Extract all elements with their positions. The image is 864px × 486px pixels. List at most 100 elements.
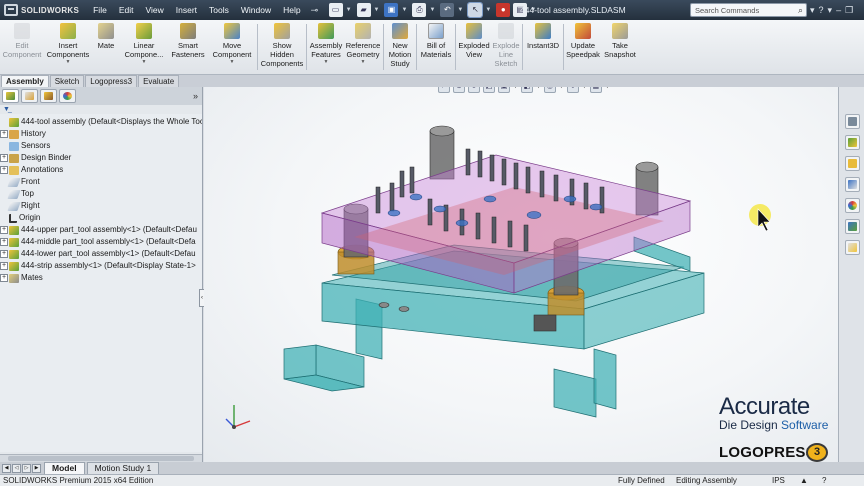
save-icon[interactable]: ▣ <box>384 3 399 17</box>
tree-item-front-plane[interactable]: Front <box>0 176 202 188</box>
tree-item-top-plane[interactable]: Top <box>0 188 202 200</box>
rebuild-traffic-light-icon[interactable]: ● <box>496 3 511 17</box>
tree-item-design-binder[interactable]: + Design Binder <box>0 152 202 164</box>
tree-expander-plus[interactable]: + <box>0 226 8 234</box>
new-document-icon[interactable]: ▭ <box>328 3 343 17</box>
design-library-tab[interactable] <box>845 135 860 150</box>
tree-item-sensors[interactable]: Sensors <box>0 140 202 152</box>
tree-expander-plus[interactable]: + <box>0 130 8 138</box>
help-question-icon[interactable]: ? <box>819 3 824 17</box>
menu-window[interactable]: Window <box>235 0 277 20</box>
mate-button[interactable]: Mate <box>92 20 120 74</box>
tree-item-upper-part[interactable]: + 444-upper part_tool assembly<1> (Defau… <box>0 224 202 236</box>
search-dropdown-icon[interactable]: ▾ <box>810 3 815 17</box>
tab-evaluate[interactable]: Evaluate <box>138 75 180 87</box>
tab-motion-study-1[interactable]: Motion Study 1 <box>86 461 160 475</box>
custom-properties-tab[interactable] <box>845 219 860 234</box>
tree-root-assembly[interactable]: 444-tool assembly (Default<Displays the … <box>0 116 202 128</box>
move-component-button[interactable]: Move Component ▼ <box>208 20 256 74</box>
tab-sketch[interactable]: Sketch <box>49 75 85 87</box>
pin-icon[interactable]: ⊸ <box>311 4 321 16</box>
help-dropdown-icon[interactable]: ▾ <box>828 3 833 17</box>
linear-component-pattern-button[interactable]: Linear Compone... ▼ <box>120 20 168 74</box>
tab-model[interactable]: Model <box>44 461 85 475</box>
tree-expander-plus[interactable]: + <box>0 238 8 246</box>
menu-tools[interactable]: Tools <box>203 0 235 20</box>
insert-components-button[interactable]: Insert Components ▼ <box>44 20 92 74</box>
exploded-view-button[interactable]: Exploded View <box>457 20 491 74</box>
tab-logopress3[interactable]: Logopress3 <box>85 75 138 87</box>
update-speedpak-button[interactable]: Update Speedpak <box>565 20 601 74</box>
search-icon[interactable]: ⌕ <box>798 5 806 16</box>
minimize-icon[interactable]: – <box>836 3 841 17</box>
show-hidden-components-button[interactable]: Show Hidden Components <box>259 20 305 74</box>
next-tab-icon[interactable]: ▷ <box>22 463 31 473</box>
edit-component-button[interactable]: Edit Component <box>0 20 44 74</box>
print-icon[interactable]: ⎙ <box>412 3 427 17</box>
expand-panel-icon[interactable]: » <box>193 91 198 101</box>
tree-item-middle-part[interactable]: + 444-middle part_tool assembly<1> (Defa… <box>0 236 202 248</box>
menu-insert[interactable]: Insert <box>170 0 203 20</box>
undo-dropdown-icon[interactable]: ▼ <box>457 7 463 13</box>
appearances-tab[interactable] <box>845 198 860 213</box>
open-folder-icon[interactable]: ▰ <box>356 3 371 17</box>
logopress-tab[interactable] <box>845 240 860 255</box>
tree-expander-plus[interactable]: + <box>0 250 8 258</box>
new-motion-study-button[interactable]: New Motion Study <box>385 20 415 74</box>
menu-help[interactable]: Help <box>277 0 306 20</box>
configuration-manager-tab[interactable] <box>40 89 57 103</box>
menu-file[interactable]: File <box>87 0 113 20</box>
solidworks-resources-tab[interactable] <box>845 114 860 129</box>
instant3d-button[interactable]: Instant3D <box>524 20 562 74</box>
print-dropdown-icon[interactable]: ▼ <box>429 7 435 13</box>
save-dropdown-icon[interactable]: ▼ <box>401 7 407 13</box>
tree-expander-plus[interactable]: + <box>0 154 8 162</box>
menu-edit[interactable]: Edit <box>113 0 140 20</box>
tree-filter-icon[interactable]: ▼̲ <box>0 105 202 114</box>
status-options-icon[interactable]: ▲ <box>800 475 808 486</box>
reference-geometry-dropdown-icon[interactable]: ▼ <box>361 59 366 65</box>
explode-line-sketch-button[interactable]: Explode Line Sketch <box>491 20 521 74</box>
first-tab-icon[interactable]: ◀ <box>2 463 11 473</box>
tree-item-lower-part[interactable]: + 444-lower part_tool assembly<1> (Defau… <box>0 248 202 260</box>
tree-item-history[interactable]: + History <box>0 128 202 140</box>
linear-pattern-dropdown-icon[interactable]: ▼ <box>142 59 147 65</box>
status-units[interactable]: IPS <box>772 475 785 486</box>
status-help-icon[interactable]: ? <box>822 475 826 486</box>
last-tab-icon[interactable]: ▶ <box>32 463 41 473</box>
reference-geometry-button[interactable]: Reference Geometry ▼ <box>344 20 382 74</box>
tree-item-mates[interactable]: + Mates <box>0 272 202 284</box>
assembly-features-button[interactable]: Assembly Features ▼ <box>308 20 344 74</box>
view-palette-tab[interactable] <box>845 177 860 192</box>
assembly-features-dropdown-icon[interactable]: ▼ <box>324 59 329 65</box>
display-manager-tab[interactable] <box>59 89 76 103</box>
select-dropdown-icon[interactable]: ▼ <box>485 7 491 13</box>
file-explorer-tab[interactable] <box>845 156 860 171</box>
bill-of-materials-button[interactable]: Bill of Materials <box>418 20 454 74</box>
tree-item-right-plane[interactable]: Right <box>0 200 202 212</box>
smart-fasteners-button[interactable]: Smart Fasteners <box>168 20 208 74</box>
feature-manager-tab[interactable] <box>2 89 19 103</box>
tree-item-strip-assembly[interactable]: + 444-strip assembly<1> (Default<Display… <box>0 260 202 272</box>
tree-expander-plus[interactable]: + <box>0 166 8 174</box>
insert-components-dropdown-icon[interactable]: ▼ <box>66 59 71 65</box>
solidworks-logo[interactable]: SOLIDWORKS <box>0 4 87 16</box>
tree-item-annotations[interactable]: + Annotations <box>0 164 202 176</box>
search-commands-input[interactable]: Search Commands ⌕ <box>690 3 807 17</box>
menu-view[interactable]: View <box>139 0 169 20</box>
restore-icon[interactable]: ❐ <box>845 3 853 17</box>
undo-icon[interactable]: ↶ <box>440 3 455 17</box>
move-component-dropdown-icon[interactable]: ▼ <box>230 59 235 65</box>
tab-assembly[interactable]: Assembly <box>1 75 49 87</box>
tree-item-origin[interactable]: Origin <box>0 212 202 224</box>
appearances-icon <box>848 201 857 210</box>
open-dropdown-icon[interactable]: ▼ <box>374 7 380 13</box>
previous-tab-icon[interactable]: ◁ <box>12 463 21 473</box>
tree-expander-plus[interactable]: + <box>0 274 8 282</box>
scrollbar-thumb[interactable] <box>8 456 194 461</box>
property-manager-tab[interactable] <box>21 89 38 103</box>
tree-expander-plus[interactable]: + <box>0 262 8 270</box>
select-arrow-icon[interactable]: ↖ <box>467 2 484 18</box>
take-snapshot-button[interactable]: Take Snapshot <box>601 20 639 74</box>
new-dropdown-icon[interactable]: ▼ <box>346 7 352 13</box>
